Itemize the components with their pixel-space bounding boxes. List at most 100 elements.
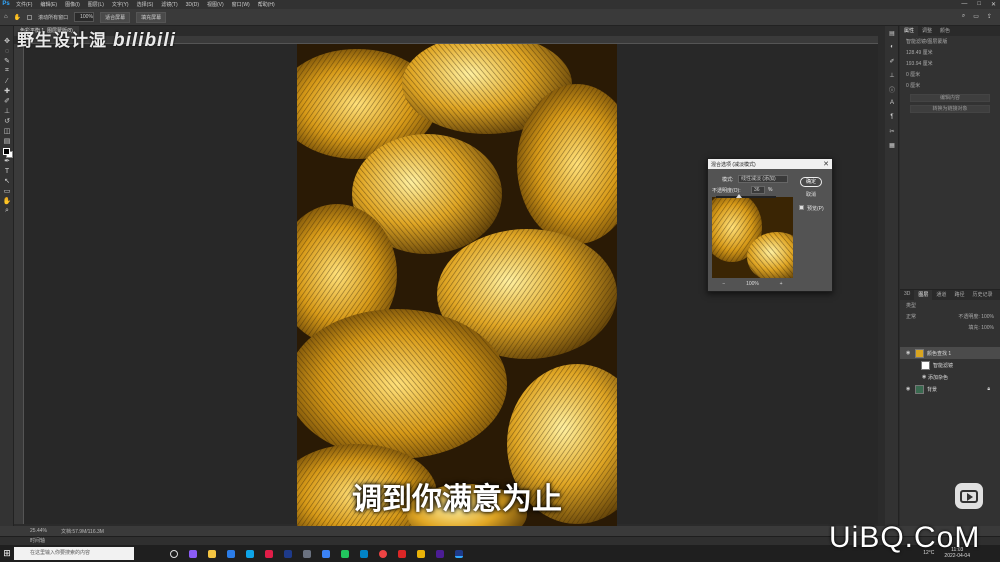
eyedropper-icon[interactable]: ⁄ (0, 76, 14, 86)
file-explorer-icon[interactable] (208, 549, 216, 558)
crop-tool-icon[interactable]: ⌗ (0, 66, 14, 76)
hand-icon[interactable]: ✋ (0, 196, 14, 206)
history-brush-icon[interactable]: ↺ (0, 116, 14, 126)
menu-filter[interactable]: 滤镜(T) (157, 1, 181, 8)
edit-contents-button[interactable]: 编辑内容 (910, 94, 990, 102)
cancel-button[interactable]: 取消 (800, 190, 822, 200)
tab-properties[interactable]: 属性 (900, 26, 919, 36)
maximize-icon[interactable]: □ (977, 1, 981, 8)
opacity-slider-track[interactable] (716, 196, 776, 198)
tab-paths[interactable]: 路径 (950, 290, 968, 300)
menu-edit[interactable]: 编辑(E) (36, 1, 61, 8)
tab-layers[interactable]: 图层 (914, 290, 933, 300)
hand-tool-icon[interactable]: ✋ (14, 14, 21, 21)
status-zoom[interactable]: 25.44% (30, 528, 47, 534)
tool-preset-icon[interactable]: ✂ (885, 124, 899, 138)
layer-row[interactable]: ◉ 颜色查找 1 (900, 347, 1000, 359)
visibility-eye-icon[interactable]: ◉ (906, 386, 912, 392)
prop-x[interactable]: 0 厘米 (900, 69, 1000, 80)
menu-select[interactable]: 选择(S) (133, 1, 158, 8)
layer-kind-filter[interactable]: 类型 (900, 300, 1000, 311)
history-panel-icon[interactable]: ▤ (885, 26, 899, 40)
edge-icon[interactable] (246, 549, 254, 558)
scroll-all-checkbox[interactable] (27, 14, 33, 20)
shape-tool-icon[interactable]: ▭ (0, 186, 14, 196)
preview-checkbox[interactable] (799, 205, 804, 210)
windows-start-icon[interactable]: ⊞ (0, 545, 14, 562)
prop-width[interactable]: 128.49 厘米 (900, 47, 1000, 58)
foreground-color-swatch[interactable] (3, 148, 10, 155)
task-view-icon[interactable] (170, 549, 178, 558)
convert-linked-button[interactable]: 转换为链接对象 (910, 105, 990, 113)
home-icon[interactable]: ⌂ (4, 14, 8, 20)
wechat-icon[interactable] (341, 549, 349, 558)
tab-adjustments[interactable]: 调整 (918, 26, 936, 36)
fit-screen-button[interactable]: 适合屏幕 (100, 11, 131, 23)
opacity-input[interactable]: 36 (751, 186, 765, 194)
menu-view[interactable]: 视图(V) (203, 1, 228, 8)
zoom-in-icon[interactable]: + (780, 281, 783, 287)
chrome-icon[interactable] (379, 549, 387, 558)
search-icon[interactable]: ⌕ (962, 13, 965, 20)
share-icon[interactable]: ⇪ (987, 13, 992, 20)
menu-type[interactable]: 文字(Y) (108, 1, 133, 8)
path-select-icon[interactable]: ↖ (0, 176, 14, 186)
layer-opacity[interactable]: 不透明度: 100% (958, 313, 994, 320)
after-effects-icon[interactable] (436, 549, 444, 558)
document-canvas-image[interactable] (297, 44, 617, 526)
app-icon[interactable] (417, 549, 425, 558)
layer-row[interactable]: ◉ 添加杂色 (900, 371, 1000, 383)
prop-height[interactable]: 193.94 厘米 (900, 58, 1000, 69)
app-icon[interactable] (303, 549, 311, 558)
close-icon[interactable]: ✕ (991, 1, 996, 8)
tab-channels[interactable]: 通道 (932, 290, 950, 300)
info-panel-icon[interactable]: ⓘ (885, 82, 899, 96)
ok-button[interactable]: 确定 (800, 177, 822, 187)
brush-tool-icon[interactable]: ✐ (0, 96, 14, 106)
mode-select[interactable]: 线性减淡 (添加) (738, 175, 788, 183)
dialog-preview-thumbnail[interactable] (712, 197, 793, 278)
para-panel-icon[interactable]: ¶ (885, 110, 899, 124)
minimize-icon[interactable]: — (961, 1, 967, 8)
layer-row[interactable]: ◉ 背景 🔒︎ (900, 383, 1000, 395)
menu-3d[interactable]: 3D(D) (182, 2, 203, 8)
photoshop-taskbar-icon[interactable] (284, 549, 292, 558)
eraser-icon[interactable]: ◫ (0, 126, 14, 136)
visibility-eye-icon[interactable]: ◉ (906, 350, 912, 356)
photoshop-active-icon[interactable] (455, 549, 463, 558)
menu-layer[interactable]: 图层(L) (84, 1, 108, 8)
opacity-slider-handle[interactable] (736, 194, 742, 198)
quick-select-icon[interactable]: ✎ (0, 56, 14, 66)
gradient-icon[interactable]: ▤ (0, 136, 14, 146)
zoom-field[interactable]: 100% (74, 12, 95, 22)
app-icon[interactable] (189, 549, 197, 558)
type-tool-icon[interactable]: T (0, 166, 14, 176)
workspace-icon[interactable]: ▭ (973, 13, 979, 20)
tab-color[interactable]: 颜色 (936, 26, 954, 36)
fill-screen-button[interactable]: 填充屏幕 (136, 11, 167, 23)
app-icon[interactable] (398, 549, 406, 558)
taskbar-search-input[interactable]: 在这里输入你要搜索的内容 (14, 547, 134, 560)
layer-fill[interactable]: 填充: 100% (900, 322, 1000, 333)
stamp-tool-icon[interactable]: ⊥ (0, 106, 14, 116)
dialog-close-icon[interactable]: ✕ (823, 160, 829, 168)
heal-brush-icon[interactable]: ✚ (0, 86, 14, 96)
char-panel-icon[interactable]: A (885, 96, 899, 110)
move-tool-icon[interactable]: ✥ (0, 36, 14, 46)
zoom-icon[interactable]: ⌕ (0, 206, 14, 216)
layer-row[interactable]: 智能滤镜 (900, 359, 1000, 371)
brush-panel-icon[interactable]: ✐ (885, 54, 899, 68)
app-icon[interactable] (322, 549, 330, 558)
tab-history[interactable]: 历史记录 (968, 290, 996, 300)
menu-image[interactable]: 图像(I) (61, 1, 84, 8)
swatches-panel-icon[interactable]: ▦ (885, 138, 899, 152)
tab-3d[interactable]: 3D (900, 290, 914, 300)
app-icon[interactable] (360, 549, 368, 558)
zoom-out-icon[interactable]: − (722, 281, 725, 287)
lasso-tool-icon[interactable]: ◌ (0, 46, 14, 56)
mail-icon[interactable] (227, 549, 235, 558)
adjust-panel-icon[interactable]: ◐ (885, 40, 899, 54)
menu-file[interactable]: 文件(F) (12, 1, 36, 8)
menu-window[interactable]: 窗口(W) (228, 1, 254, 8)
layer-blend-mode[interactable]: 正常 (906, 313, 916, 320)
